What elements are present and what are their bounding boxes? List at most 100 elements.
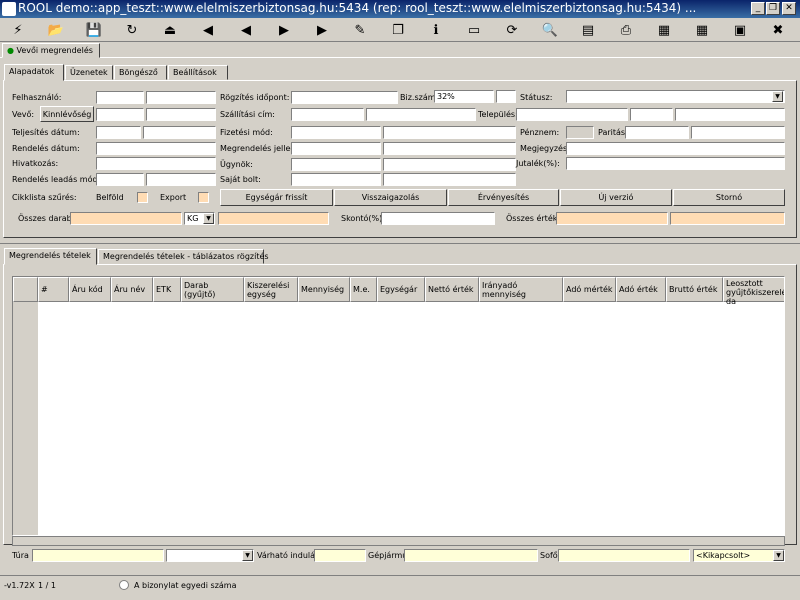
column-header-leosztott[interactable]: Leosztott gyűjtőkiszerelés da — [723, 277, 784, 306]
minimize-button[interactable]: _ — [751, 2, 765, 15]
szallitasi-code-field[interactable] — [291, 108, 364, 121]
refresh-arrow-icon[interactable]: ↻ — [120, 20, 144, 40]
telepules-cim-field[interactable] — [675, 108, 785, 121]
statusz-dropdown-icon[interactable]: ▼ — [772, 91, 783, 102]
column-header-kiszerelesi-egyseg[interactable]: Kiszerelési egység — [244, 277, 298, 302]
felhasznalo-field[interactable] — [96, 91, 144, 104]
lightning-icon[interactable]: ⚡ — [6, 20, 30, 40]
osszes-ertek-extra-field[interactable] — [670, 212, 785, 225]
telepules-extra-field[interactable] — [630, 108, 673, 121]
print-icon[interactable]: ⎙ — [614, 20, 638, 40]
leadas-mod-field[interactable] — [96, 173, 144, 186]
paritas-name-field[interactable] — [691, 126, 785, 139]
list-icon[interactable]: ▤ — [576, 20, 600, 40]
form-icon[interactable]: ▭ — [462, 20, 486, 40]
column-header-brutto-ertek[interactable]: Bruttó érték — [666, 277, 723, 302]
jelleg-code-field[interactable] — [291, 142, 381, 155]
splitter[interactable] — [0, 243, 800, 244]
storno-button[interactable]: Stornó — [673, 189, 785, 206]
column-header-darab[interactable]: Darab (gyűjtő) — [181, 277, 244, 302]
column-header-netto-ertek[interactable]: Nettó érték — [425, 277, 479, 302]
ervenyesites-button[interactable]: Érvényesítés — [448, 189, 559, 206]
penznem-field[interactable] — [566, 126, 594, 139]
tab-tablazatos-rogzites[interactable]: Megrendelés tételek - táblázatos rögzíté… — [98, 249, 269, 264]
close-red-icon[interactable]: ✖ — [766, 20, 790, 40]
search-icon[interactable]: 🔍 — [538, 20, 562, 40]
teljesites-date-field[interactable] — [96, 126, 141, 139]
prev-icon[interactable]: ◀ — [234, 20, 258, 40]
tab-uzenetek[interactable]: Üzenetek — [65, 65, 113, 80]
copy-icon[interactable]: ❐ — [386, 20, 410, 40]
column-header-egysegar[interactable]: Egységár — [377, 277, 425, 302]
jutalek-field[interactable] — [566, 157, 785, 170]
felhasznalo-name-field[interactable] — [146, 91, 216, 104]
home-icon[interactable]: ⏏ — [158, 20, 182, 40]
tab-alapadatok[interactable]: Alapadatok — [4, 64, 64, 81]
leadas-mod-name-field[interactable] — [146, 173, 216, 186]
unit-dropdown-icon[interactable]: ▼ — [203, 213, 214, 224]
rendeles-datum-field[interactable] — [96, 142, 216, 155]
szallitasi-name-field[interactable] — [366, 108, 476, 121]
column-header-mennyiseg[interactable]: Mennyiség — [298, 277, 350, 302]
ugynok-code-field[interactable] — [291, 158, 381, 171]
column-header-aru-kod[interactable]: Áru kód — [69, 277, 111, 302]
gepjarmu-field[interactable] — [404, 549, 538, 562]
column-header-ado-mertek[interactable]: Adó mérték — [563, 277, 616, 302]
paritas-code-field[interactable] — [625, 126, 689, 139]
table-icon[interactable]: ▦ — [652, 20, 676, 40]
export-checkbox[interactable] — [198, 192, 209, 203]
statusz-select[interactable] — [566, 90, 785, 103]
osszes-darab-field[interactable] — [70, 212, 182, 225]
jelleg-name-field[interactable] — [383, 142, 516, 155]
open-folder-icon[interactable]: 📂 — [44, 20, 68, 40]
column-header-aru-nev[interactable]: Áru név — [111, 277, 153, 302]
last-icon[interactable]: ▶ — [310, 20, 334, 40]
vevo-name-field[interactable] — [146, 108, 216, 121]
biz-szam-field[interactable]: 32% — [434, 90, 494, 103]
tab-beallitasok[interactable]: Beállítások — [168, 65, 228, 80]
varhato-field[interactable] — [314, 549, 366, 562]
grid-horizontal-scrollbar[interactable] — [12, 536, 785, 546]
kikapcsolt-select[interactable]: <Kikapcsolt> — [693, 549, 785, 562]
megjegyzes-field[interactable] — [566, 142, 785, 155]
window-icon[interactable]: ▣ — [728, 20, 752, 40]
tura-field[interactable] — [32, 549, 164, 562]
tab-bongeszo[interactable]: Böngésző — [114, 65, 167, 80]
save-icon[interactable]: 💾 — [82, 20, 106, 40]
osszes-ertek-field[interactable] — [556, 212, 668, 225]
sofor-field[interactable] — [558, 549, 690, 562]
egyedi-szam-radio[interactable] — [119, 580, 129, 590]
column-header-iranyado-mennyiseg[interactable]: Irányadó mennyiség — [479, 277, 563, 302]
tab-megrendeles-tetelek[interactable]: Megrendelés tételek — [4, 248, 97, 265]
teljesites-time-field[interactable] — [143, 126, 216, 139]
osszes-darab-extra-field[interactable] — [218, 212, 329, 225]
next-icon[interactable]: ▶ — [272, 20, 296, 40]
edit-icon[interactable]: ✎ — [348, 20, 372, 40]
rogzites-field[interactable] — [291, 91, 398, 104]
column-header-etk[interactable]: ETK — [153, 277, 181, 302]
first-icon[interactable]: ◀ — [196, 20, 220, 40]
kikapcsolt-dropdown-icon[interactable]: ▼ — [773, 550, 784, 561]
telepules-field[interactable] — [516, 108, 628, 121]
table-edit-icon[interactable]: ▦ — [690, 20, 714, 40]
column-header-me[interactable]: M.e. — [350, 277, 377, 302]
sajat-bolt-code-field[interactable] — [291, 173, 381, 186]
page-tab-vevoi-megrendeles[interactable]: ● Vevői megrendelés — [2, 43, 100, 58]
hivatkozas-field[interactable] — [96, 157, 216, 170]
column-header-ado-ertek[interactable]: Adó érték — [616, 277, 666, 302]
ugynok-name-field[interactable] — [383, 158, 516, 171]
info-icon[interactable]: ℹ — [424, 20, 448, 40]
close-window-button[interactable]: ✕ — [782, 2, 796, 15]
sajat-bolt-name-field[interactable] — [383, 173, 516, 186]
skonto-field[interactable] — [381, 212, 495, 225]
uj-verzio-button[interactable]: Új verzió — [560, 189, 672, 206]
vevo-code-field[interactable] — [96, 108, 144, 121]
tetelek-grid[interactable]: # Áru kód Áru név ETK Darab (gyűjtő) Kis… — [12, 276, 785, 536]
visszaigazolas-button[interactable]: Visszaigazolás — [334, 189, 447, 206]
biz-szam-extra-field[interactable] — [496, 90, 516, 103]
fizetesi-code-field[interactable] — [291, 126, 381, 139]
restore-button[interactable]: ❐ — [766, 2, 780, 15]
column-header-index[interactable]: # — [38, 277, 69, 302]
fizetesi-name-field[interactable] — [383, 126, 516, 139]
tura-select[interactable] — [166, 549, 254, 562]
